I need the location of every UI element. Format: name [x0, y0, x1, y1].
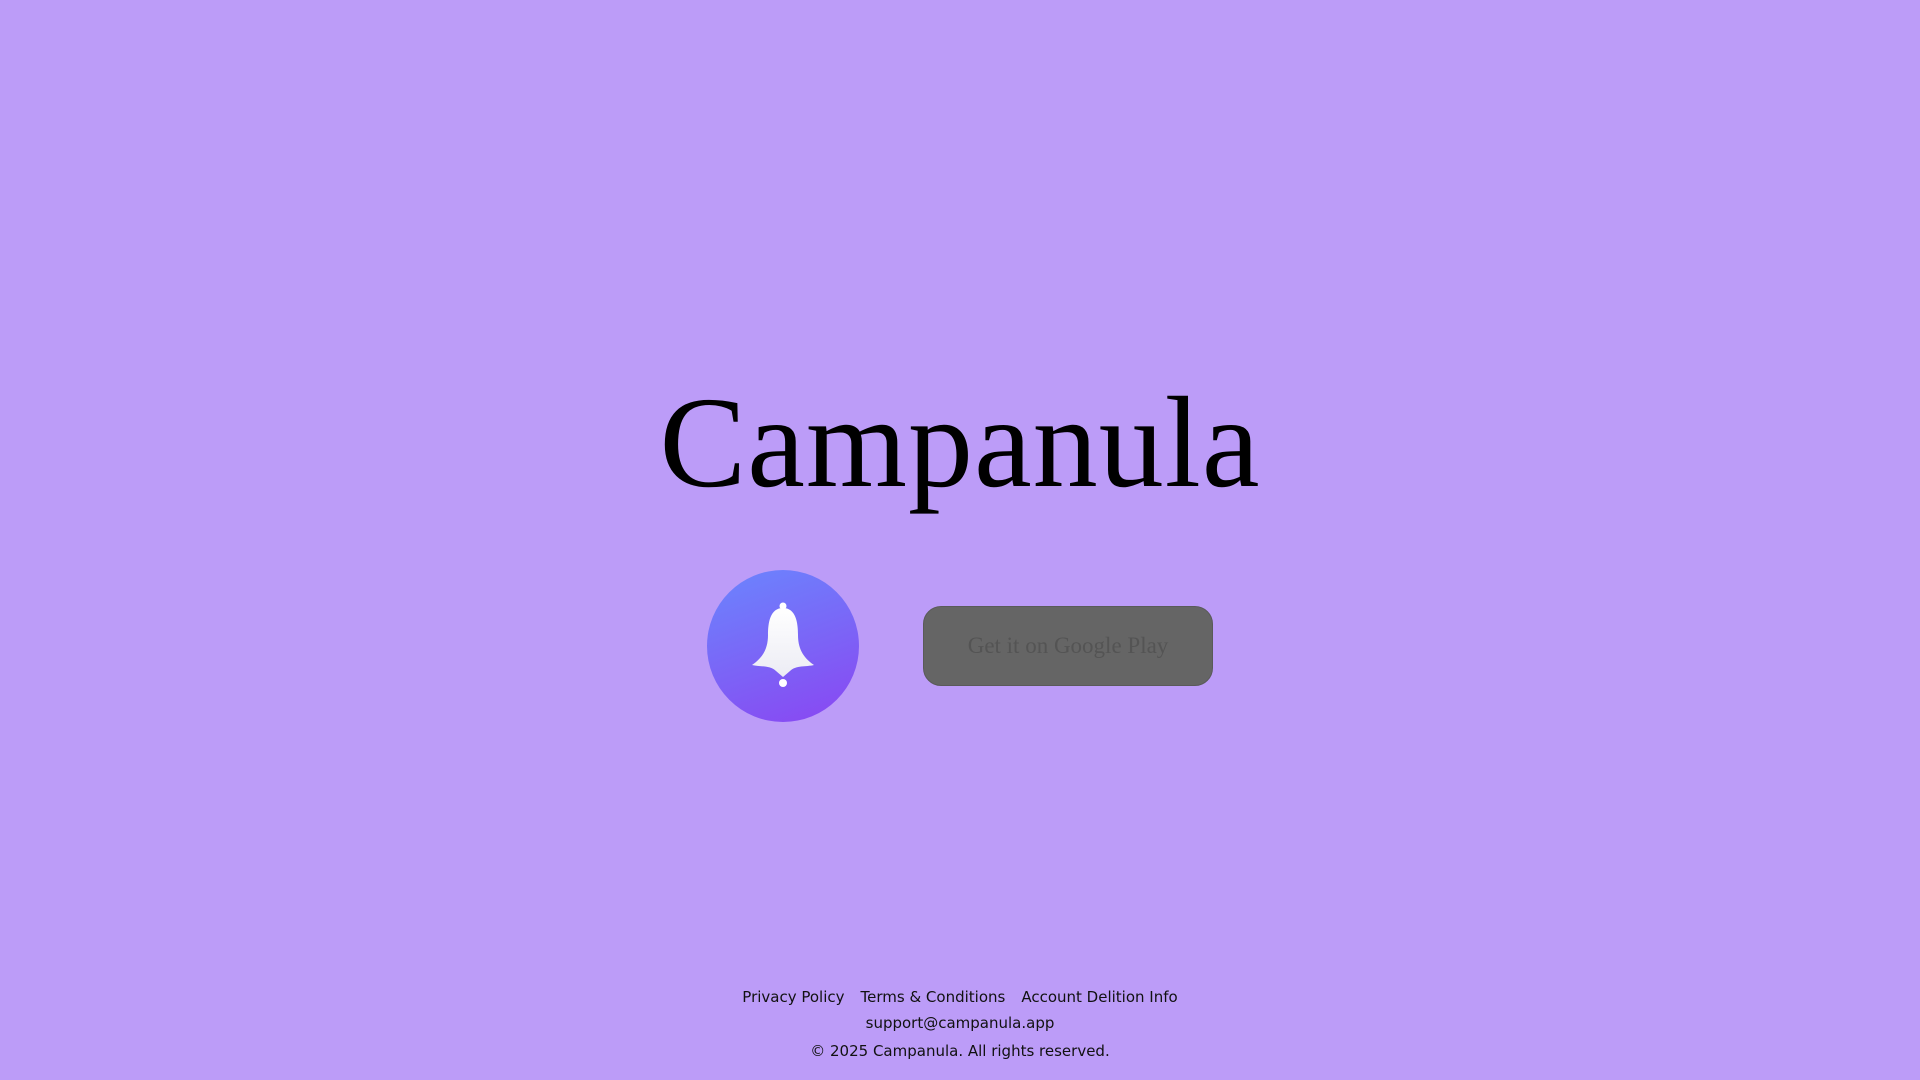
support-email: support@campanula.app: [865, 1014, 1055, 1032]
terms-link[interactable]: Terms & Conditions: [861, 985, 1006, 1009]
footer-links: Privacy Policy Terms & Conditions Accoun…: [0, 985, 1920, 1009]
account-deletion-link[interactable]: Account Delition Info: [1021, 985, 1177, 1009]
bell-icon: [748, 601, 818, 691]
page-title: Campanula: [659, 371, 1261, 515]
privacy-policy-link[interactable]: Privacy Policy: [742, 985, 844, 1009]
copyright-text: © 2025 Campanula. All rights reserved.: [810, 1042, 1110, 1060]
app-row: Get it on Google Play: [0, 570, 1920, 722]
footer: Privacy Policy Terms & Conditions Accoun…: [0, 985, 1920, 1065]
google-play-button[interactable]: Get it on Google Play: [923, 606, 1213, 686]
app-logo: [707, 570, 859, 722]
hero: Campanula: [0, 368, 1920, 518]
